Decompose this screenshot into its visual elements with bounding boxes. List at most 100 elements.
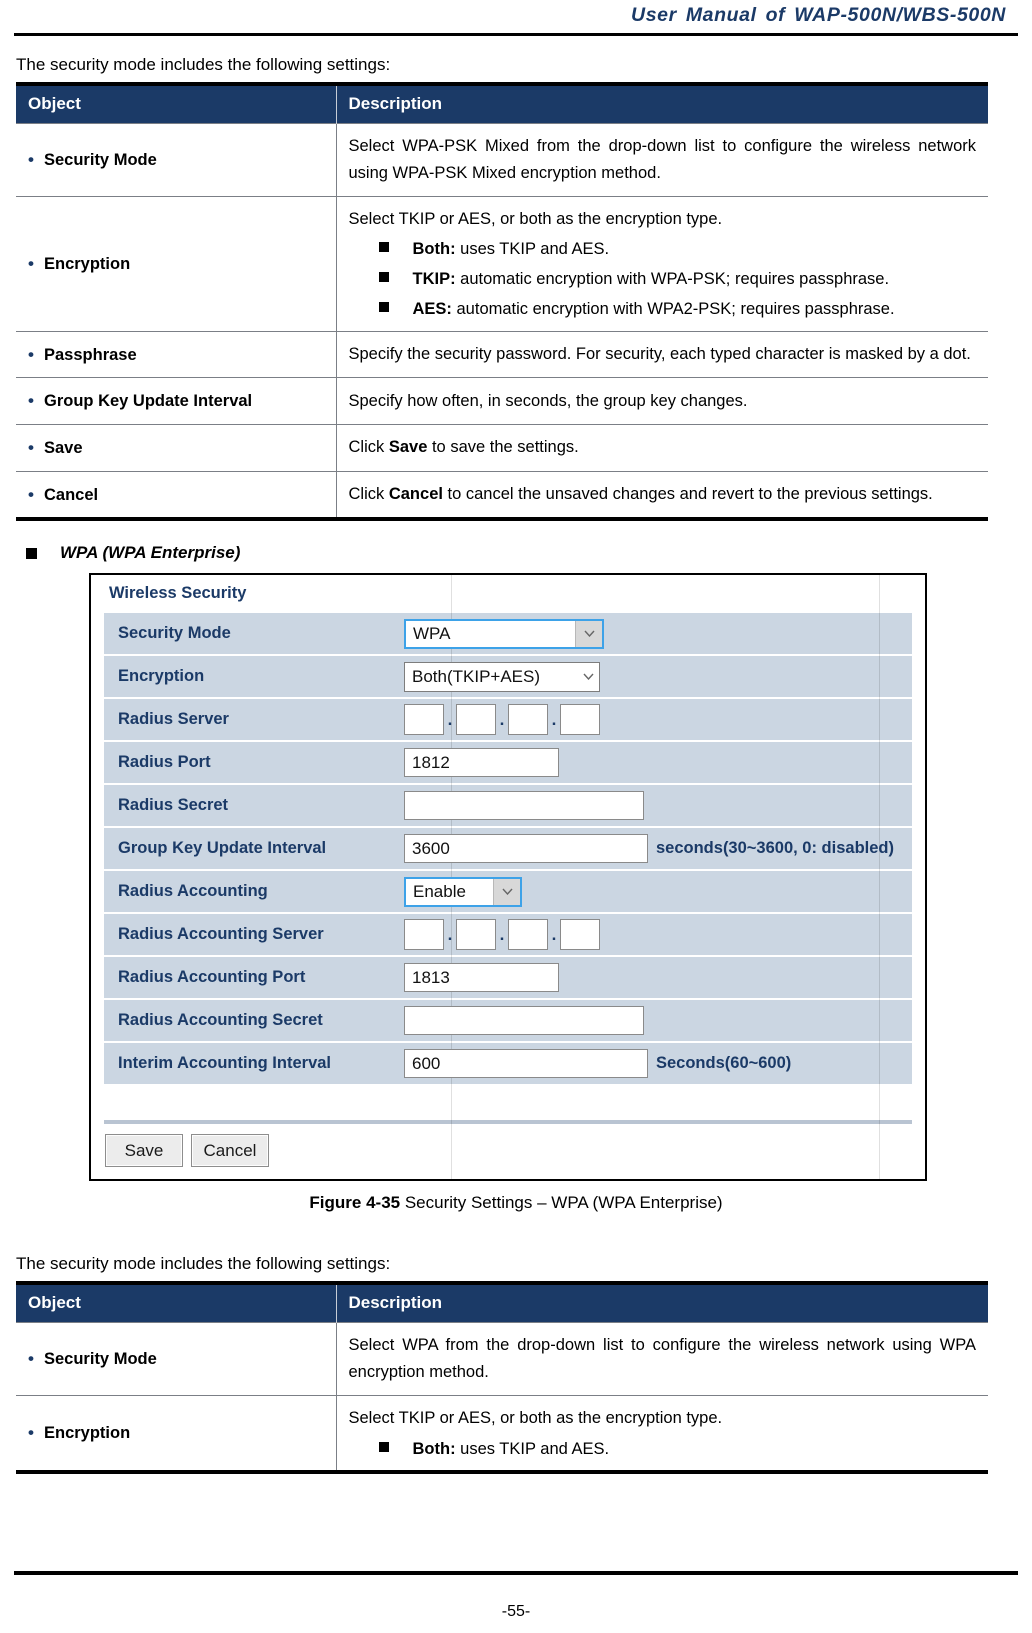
table-row: • Security Mode Select WPA-PSK Mixed from… bbox=[16, 123, 988, 197]
figure-caption-text: Security Settings – WPA (WPA Enterprise) bbox=[400, 1193, 723, 1213]
description-cell: Click Save to save the settings. bbox=[336, 423, 988, 472]
field-row-radius-accounting: Radius Accounting Enable bbox=[104, 871, 912, 913]
field-row-radius-secret: Radius Secret bbox=[104, 785, 912, 827]
description-bold: Cancel bbox=[388, 485, 443, 504]
list-item: Both: uses TKIP and AES. bbox=[378, 237, 977, 262]
header-divider bbox=[14, 33, 1018, 36]
ip-octet-2-input[interactable] bbox=[456, 919, 496, 951]
ip-separator: . bbox=[447, 710, 453, 730]
description-prefix: Click bbox=[348, 438, 389, 457]
cancel-button[interactable]: Cancel bbox=[191, 1134, 269, 1168]
sub-term: Both: bbox=[412, 1439, 456, 1458]
description-suffix: to cancel the unsaved changes and revert… bbox=[442, 485, 933, 504]
field-label: Encryption bbox=[118, 667, 205, 686]
table-row: • Encryption Select TKIP or AES, or both … bbox=[16, 1394, 988, 1473]
bullet-icon: • bbox=[28, 1349, 34, 1369]
ip-octet-1-input[interactable] bbox=[404, 704, 444, 736]
field-label: Radius Secret bbox=[118, 796, 229, 815]
description-text: Specify how often, in seconds, the group… bbox=[348, 391, 748, 410]
chevron-down-icon bbox=[575, 620, 602, 647]
object-label: Group Key Update Interval bbox=[44, 392, 253, 411]
ip-octet-3-input[interactable] bbox=[508, 704, 548, 736]
device-screenshot-panel: Wireless Security Security Mode WPA Encr… bbox=[89, 573, 927, 1182]
radius-accounting-value: Enable bbox=[413, 881, 466, 901]
ip-separator: . bbox=[551, 710, 557, 730]
object-cell: • Group Key Update Interval bbox=[16, 377, 337, 425]
field-row-radius-accounting-server: Radius Accounting Server . . . bbox=[104, 914, 912, 956]
sub-text: uses TKIP and AES. bbox=[455, 1439, 610, 1458]
radius-server-ip-input-group[interactable]: . . . bbox=[404, 704, 600, 736]
description-bold: Save bbox=[388, 438, 428, 457]
bullet-icon: • bbox=[28, 391, 34, 411]
group-key-update-interval-input[interactable]: 3600 bbox=[404, 834, 648, 864]
object-cell: • Security Mode bbox=[16, 123, 337, 197]
object-label: Security Mode bbox=[44, 150, 157, 169]
radius-secret-input[interactable] bbox=[404, 791, 644, 821]
security-mode-select[interactable]: WPA bbox=[404, 618, 604, 649]
ip-octet-1-input[interactable] bbox=[404, 919, 444, 951]
radius-accounting-secret-input[interactable] bbox=[404, 1006, 644, 1036]
object-label: Encryption bbox=[44, 1424, 131, 1443]
footer-divider bbox=[14, 1571, 1018, 1575]
ip-separator: . bbox=[499, 710, 505, 730]
bullet-icon: • bbox=[28, 1423, 34, 1443]
bullet-icon: • bbox=[28, 437, 34, 457]
object-label: Encryption bbox=[44, 254, 131, 273]
bullet-icon: • bbox=[28, 253, 34, 273]
column-header-object: Object bbox=[16, 1283, 337, 1323]
object-label: Save bbox=[44, 438, 83, 457]
field-row-radius-accounting-port: Radius Accounting Port 1813 bbox=[104, 957, 912, 999]
panel-button-bar: Save Cancel bbox=[91, 1124, 925, 1179]
radius-accounting-server-ip-input-group[interactable]: . . . bbox=[404, 919, 600, 951]
table-row: • Encryption Select TKIP or AES, or both … bbox=[16, 195, 988, 331]
object-cell: • Cancel bbox=[16, 470, 337, 520]
radius-accounting-port-value: 1813 bbox=[412, 967, 450, 987]
radius-port-input[interactable]: 1812 bbox=[404, 748, 559, 778]
running-header: User Manual of WAP-500N/WBS-500N bbox=[631, 4, 1006, 26]
table-row: • Cancel Click Cancel to cancel the unsav… bbox=[16, 470, 988, 520]
ip-octet-3-input[interactable] bbox=[508, 919, 548, 951]
field-row-radius-port: Radius Port 1812 bbox=[104, 742, 912, 784]
sub-term: AES: bbox=[412, 299, 452, 318]
square-bullet-icon bbox=[378, 272, 389, 282]
list-item: TKIP: automatic encryption with WPA-PSK;… bbox=[378, 267, 977, 292]
field-label: Radius Accounting Port bbox=[118, 968, 306, 987]
field-row-interim-accounting-interval: Interim Accounting Interval 600 Seconds(… bbox=[104, 1043, 912, 1085]
radius-accounting-select[interactable]: Enable bbox=[404, 876, 522, 907]
table-row: • Passphrase Specify the security passwor… bbox=[16, 330, 988, 378]
description-cell: Select TKIP or AES, or both as the encry… bbox=[336, 1394, 988, 1473]
field-label: Security Mode bbox=[118, 624, 231, 643]
group-key-update-interval-value: 3600 bbox=[412, 838, 450, 858]
sub-term: TKIP: bbox=[412, 270, 456, 288]
description-prefix: Click bbox=[348, 485, 389, 504]
panel-spacer bbox=[91, 1086, 925, 1121]
figure-number: Figure 4-35 bbox=[309, 1193, 401, 1213]
square-bullet-icon bbox=[378, 1441, 389, 1452]
encryption-select[interactable]: Both(TKIP+AES) bbox=[404, 661, 600, 692]
group-key-update-interval-hint: seconds(30~3600, 0: disabled) bbox=[656, 839, 894, 858]
radius-accounting-port-input[interactable]: 1813 bbox=[404, 963, 559, 993]
description-cell: Click Cancel to cancel the unsaved chang… bbox=[336, 470, 988, 520]
ip-octet-2-input[interactable] bbox=[456, 704, 496, 736]
save-button[interactable]: Save bbox=[105, 1134, 183, 1168]
table-row: • Group Key Update Interval Specify how o… bbox=[16, 377, 988, 425]
column-header-description: Description bbox=[336, 1283, 988, 1323]
ip-octet-4-input[interactable] bbox=[560, 919, 600, 951]
description-cell: Select TKIP or AES, or both as the encry… bbox=[336, 195, 988, 331]
section-heading: WPA (WPA Enterprise) bbox=[26, 543, 1020, 563]
encryption-value: Both(TKIP+AES) bbox=[412, 666, 541, 686]
field-label: Radius Server bbox=[118, 710, 229, 729]
sub-term: Both: bbox=[412, 240, 456, 259]
description-text: Select WPA from the drop-down list to co… bbox=[348, 1336, 977, 1382]
page-number: -55- bbox=[501, 1603, 531, 1620]
square-bullet-icon bbox=[26, 548, 37, 560]
ip-octet-4-input[interactable] bbox=[560, 704, 600, 736]
description-text: Select TKIP or AES, or both as the encry… bbox=[348, 1408, 723, 1427]
description-suffix: to save the settings. bbox=[427, 438, 579, 457]
sub-text: automatic encryption with WPA2-PSK; requ… bbox=[451, 299, 895, 318]
settings-table-2: Object Description • Security Mode Select… bbox=[16, 1281, 988, 1475]
description-text: Select TKIP or AES, or both as the encry… bbox=[348, 209, 723, 228]
field-label: Radius Port bbox=[118, 753, 211, 772]
field-label: Radius Accounting Secret bbox=[118, 1011, 323, 1030]
interim-accounting-interval-input[interactable]: 600 bbox=[404, 1049, 648, 1079]
